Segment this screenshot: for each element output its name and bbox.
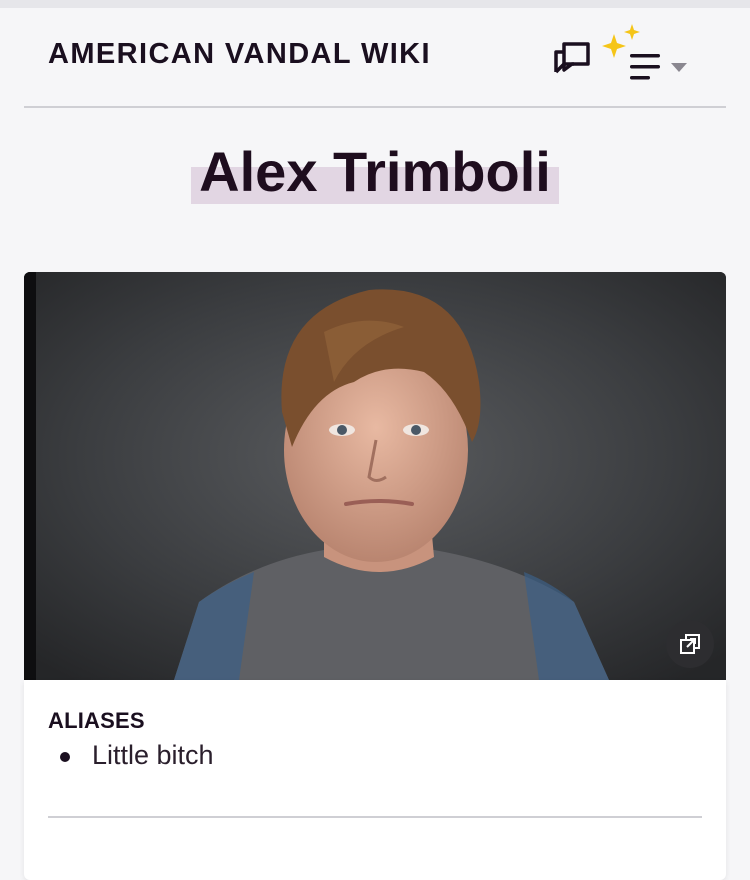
aliases-label: ALIASES: [48, 708, 145, 733]
expand-image-icon: [680, 634, 700, 654]
top-strip: [0, 0, 750, 8]
infobox-details: ALIASES Little bitch: [24, 680, 726, 880]
expand-image-button[interactable]: [666, 620, 714, 668]
page-title: Alex Trimboli: [191, 140, 559, 204]
discussion-icon[interactable]: [552, 38, 592, 78]
site-header: AMERICAN VANDAL WIKI: [24, 8, 726, 108]
menu-group[interactable]: [600, 16, 692, 86]
bullet-icon: [60, 752, 70, 762]
page-title-wrap: Alex Trimboli: [0, 140, 750, 204]
aliases-value: Little bitch: [92, 740, 214, 770]
caret-down-icon[interactable]: [670, 60, 688, 72]
infobox-image[interactable]: [24, 272, 726, 680]
wiki-name-link[interactable]: AMERICAN VANDAL WIKI: [48, 38, 431, 71]
divider: [48, 816, 702, 818]
menu-icon[interactable]: [628, 52, 662, 82]
